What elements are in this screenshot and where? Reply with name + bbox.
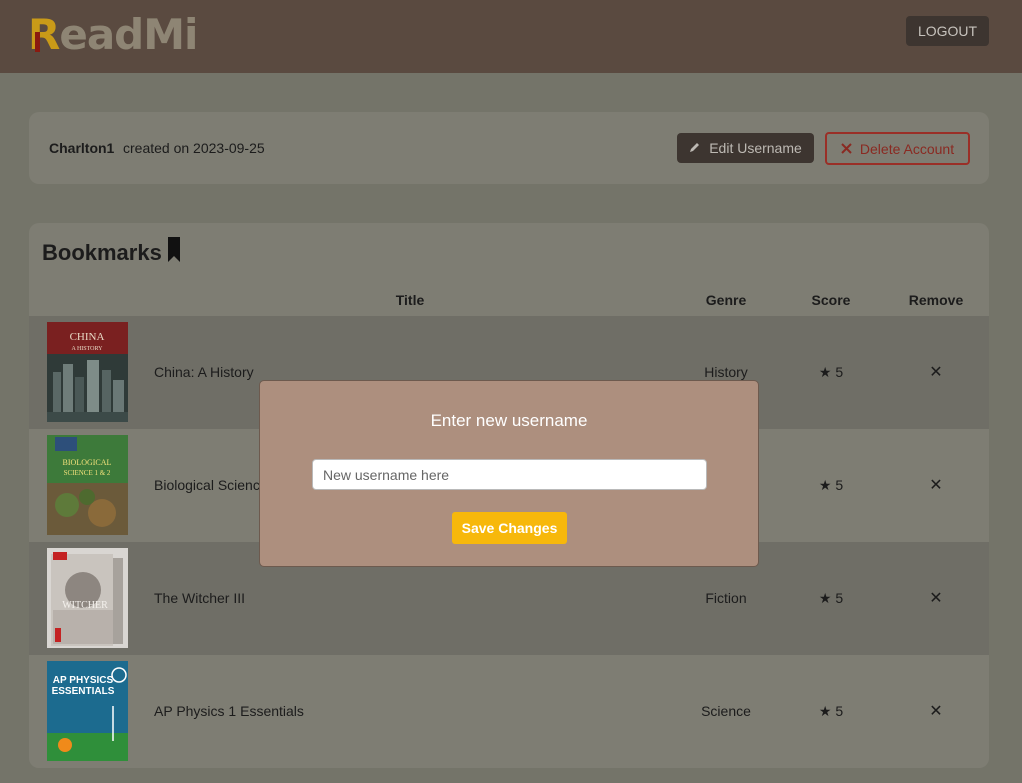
book-title[interactable]: The Witcher III [154, 590, 245, 606]
book-score: ★ 5 [818, 703, 844, 719]
save-changes-button[interactable]: Save Changes [452, 512, 567, 544]
modal-title: Enter new username [430, 411, 588, 430]
user-info-card: Charlton1 created on 2023-09-25 Edit Use… [29, 112, 989, 184]
book-genre: Science [701, 703, 751, 719]
book-cover-image: CHINA A HISTORY [47, 322, 128, 422]
delete-account-label: Delete Account [859, 140, 955, 157]
remove-bookmark-button[interactable]: ✕ [929, 362, 942, 382]
remove-bookmark-button[interactable]: ✕ [929, 475, 942, 495]
book-genre: Fiction [705, 590, 747, 606]
book-title[interactable]: Biological Science [154, 477, 268, 493]
logo-letter-r: R [28, 10, 60, 59]
cover-title-text: BIOLOGICAL [63, 458, 112, 467]
edit-username-label: Edit Username [709, 140, 802, 156]
logo-text: eadMi [59, 10, 198, 59]
book-title[interactable]: AP Physics 1 Essentials [154, 703, 304, 719]
cover-title-text: AP PHYSICS [53, 675, 114, 686]
created-date-text: created on 2023-09-25 [123, 140, 265, 156]
book-genre: History [704, 364, 748, 380]
readmi-logo[interactable]: R eadMi [28, 10, 198, 59]
book-score: ★ 5 [818, 477, 844, 493]
cover-title-text: WITCHER [62, 600, 108, 611]
bookmark-icon [167, 237, 180, 268]
cover-subtitle-text: ESSENTIALS [52, 686, 115, 697]
logout-button[interactable]: LOGOUT [906, 16, 989, 46]
book-cover-image: WITCHER [47, 548, 128, 648]
book-cover-image: AP PHYSICS ESSENTIALS [47, 661, 128, 761]
book-cover-image: BIOLOGICAL SCIENCE 1 & 2 [47, 435, 128, 535]
book-title[interactable]: China: A History [154, 364, 254, 380]
edit-username-modal: Enter new username Save Changes [259, 380, 759, 567]
bookmarks-heading: Bookmarks [42, 237, 180, 268]
close-icon [841, 141, 852, 157]
cover-title-text: CHINA [70, 331, 105, 343]
column-header-genre: Genre [705, 292, 747, 308]
bookmarks-title-text: Bookmarks [42, 239, 162, 265]
table-row[interactable]: AP PHYSICS ESSENTIALS AP Physics 1 Essen… [29, 655, 989, 768]
new-username-input[interactable] [312, 459, 707, 490]
remove-bookmark-button[interactable]: ✕ [929, 701, 942, 721]
edit-username-button[interactable]: Edit Username [677, 133, 814, 163]
delete-account-button[interactable]: Delete Account [825, 132, 970, 165]
column-header-score: Score [811, 292, 851, 308]
remove-bookmark-button[interactable]: ✕ [929, 588, 942, 608]
column-header-title: Title [395, 292, 425, 308]
cover-subtitle-text: A HISTORY [71, 346, 103, 352]
pencil-icon [689, 140, 701, 156]
book-score: ★ 5 [818, 364, 844, 380]
book-score: ★ 5 [818, 590, 844, 606]
column-header-remove: Remove [908, 292, 964, 308]
username-text: Charlton1 [49, 140, 115, 156]
top-header: R eadMi LOGOUT [0, 0, 1022, 73]
cover-subtitle-text: SCIENCE 1 & 2 [64, 469, 111, 477]
